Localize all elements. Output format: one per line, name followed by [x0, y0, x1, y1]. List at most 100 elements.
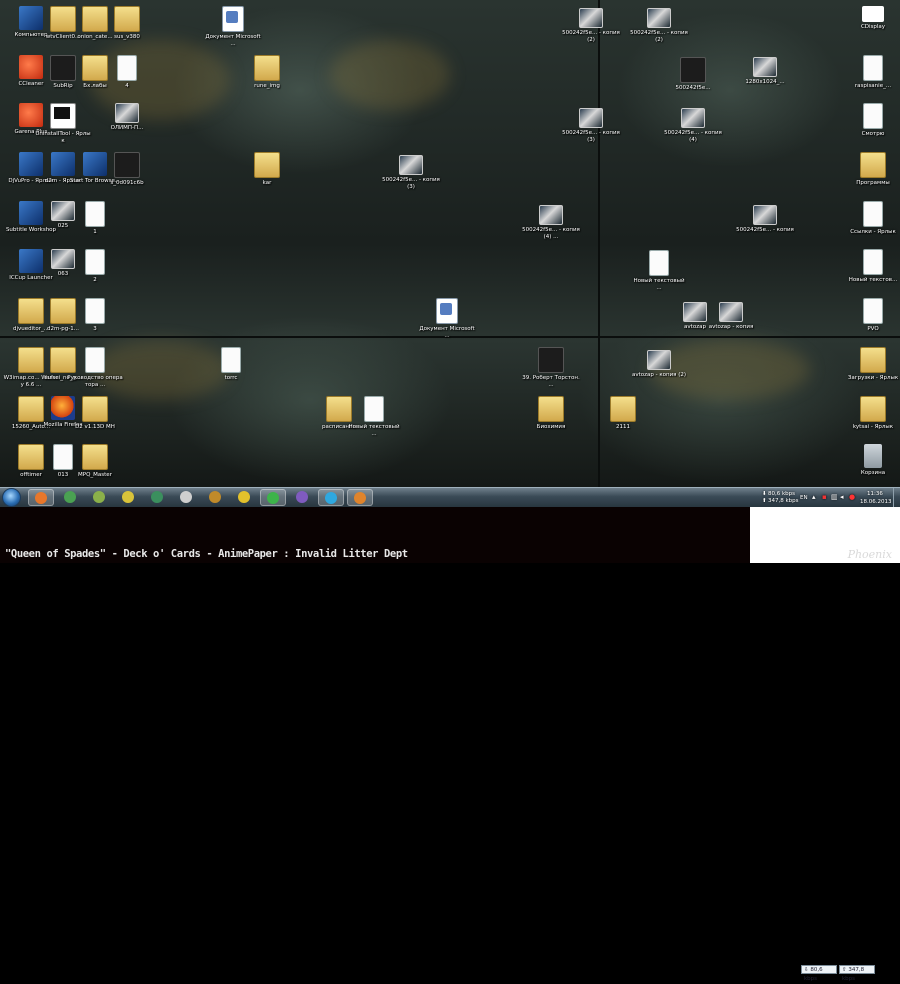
popup-down-text: 80,6 kbps: [804, 967, 823, 982]
desktop-icon-label: kytsai - Ярлык: [852, 424, 894, 430]
desktop-icon[interactable]: torrc: [202, 347, 260, 382]
desktop-icon[interactable]: D2 v1.13D MH: [66, 396, 124, 431]
tray-arrow-icon[interactable]: ▴: [812, 494, 816, 501]
desktop-icon[interactable]: kar: [238, 152, 296, 187]
desktop-icon-label: 500242f5e... - копия (4): [664, 130, 722, 143]
desktop-icon[interactable]: kytsai - Ярлык: [844, 396, 900, 431]
desktop-icon[interactable]: Новый текстов...: [844, 249, 900, 284]
desktop-icon[interactable]: 1: [66, 201, 124, 236]
desktop-icon[interactable]: 500242f5e... - копия (4): [664, 108, 722, 144]
artist-signature: Phoenix: [847, 548, 892, 561]
dark-icon: [114, 152, 140, 178]
img-icon: [753, 57, 777, 77]
firefox-taskbar-icon: [35, 492, 47, 504]
taskbar-button[interactable]: [231, 489, 257, 506]
desktop-icon[interactable]: 500242f5e... - копия: [736, 205, 794, 234]
desktop-icon[interactable]: 39. Роберт Торстон. ...: [522, 347, 580, 389]
tray-volume-icon[interactable]: ◂: [840, 494, 844, 501]
desktop-icon[interactable]: UninstallTool - Ярлык: [34, 103, 92, 145]
desktop-icon[interactable]: 1280x1024_...: [736, 57, 794, 86]
taskbar-button[interactable]: [144, 489, 170, 506]
desktop-icon-label: Смотрю: [861, 131, 885, 137]
desktop-icon[interactable]: 4: [98, 55, 156, 90]
taskbar-button[interactable]: [173, 489, 199, 506]
folder-icon: [254, 152, 280, 178]
desktop-icon[interactable]: Загрузки - Ярлык: [844, 347, 900, 382]
desktop-icon[interactable]: avtozap - копия (2): [630, 350, 688, 379]
desktop-icon[interactable]: sus_v380: [98, 6, 156, 41]
start-button[interactable]: [2, 488, 21, 507]
desktop-icon[interactable]: Смотрю: [844, 103, 900, 138]
desktop-icon[interactable]: Программы: [844, 152, 900, 187]
desktop-icon-label: ОЛИМП-П...: [110, 125, 144, 131]
taskbar-button[interactable]: [260, 489, 286, 506]
desktop-icon[interactable]: Новый текстовый ...: [345, 396, 403, 438]
desktop-icon[interactable]: 500242f5e... - копия (2): [562, 8, 620, 44]
desktop-icon-label: s_0d091c6b: [110, 180, 144, 186]
desktop-icon-label: Документ Microsoft ...: [205, 34, 261, 47]
desktop-icon[interactable]: 2111: [594, 396, 652, 431]
desktop-icon[interactable]: ОЛИМП-П...: [98, 103, 156, 132]
desktop-icon-label: 500242f5e... - копия (2): [630, 30, 688, 43]
desktop-icon-label: raspisanie_...: [854, 83, 892, 89]
desktop-icon[interactable]: avtozap - копия: [702, 302, 760, 331]
desktop[interactable]: Компьютер wtvClient0... onion_cate... sus_v…: [0, 0, 900, 487]
desktop-icon[interactable]: Документ Microsoft ...: [418, 298, 476, 340]
desktop-icon[interactable]: Новый текстовый ...: [630, 250, 688, 292]
net-popup-down: ⇩ 80,6 kbps: [801, 965, 837, 982]
desktop-icon[interactable]: Биохимия: [522, 396, 580, 431]
desktop-icon[interactable]: 500242f5e... - копия (2): [630, 8, 688, 44]
desktop-icon[interactable]: 500242f5e... - копия (3): [382, 155, 440, 191]
desktop-icon[interactable]: s_0d091c6b: [98, 152, 156, 187]
taskbar-button[interactable]: [347, 489, 373, 506]
desktop-icon-label: CDisplay: [860, 24, 886, 30]
desktop-icon[interactable]: PVO: [844, 298, 900, 333]
desktop-icon[interactable]: raspisanie_...: [844, 55, 900, 90]
desktop-icon[interactable]: Корзина: [844, 444, 900, 477]
img-icon: [579, 8, 603, 28]
language-indicator[interactable]: EN: [800, 495, 808, 501]
img-icon: [753, 205, 777, 225]
doc-icon: [863, 298, 883, 324]
desktop-icon[interactable]: CDisplay: [844, 6, 900, 31]
clock-date[interactable]: 18.06.2013: [860, 499, 892, 505]
desktop-icon[interactable]: 3: [66, 298, 124, 333]
doc-icon: [863, 201, 883, 227]
desktop-icon[interactable]: 500242f5e...: [664, 57, 722, 92]
taskbar-button[interactable]: [86, 489, 112, 506]
taskbar-button[interactable]: [57, 489, 83, 506]
doc-icon: [649, 250, 669, 276]
dark-icon: [538, 347, 564, 373]
desktop-icon[interactable]: 500242f5e... - копия (3): [562, 108, 620, 144]
warcraft-taskbar-icon: [209, 491, 221, 503]
gamer-taskbar-icon: [238, 491, 250, 503]
wallpaper-caption: "Queen of Spades" - Deck o' Cards - Anim…: [5, 548, 408, 560]
doc-icon: [85, 201, 105, 227]
show-desktop-button[interactable]: [893, 488, 900, 507]
taskbar-button[interactable]: [115, 489, 141, 506]
trash-icon: [864, 444, 882, 468]
desktop-icon[interactable]: Документ Microsoft ...: [204, 6, 262, 48]
tray-network-icon[interactable]: ▥: [831, 494, 838, 501]
taskbar-button[interactable]: [202, 489, 228, 506]
desktop-icon[interactable]: 2: [66, 249, 124, 284]
desktop-icon[interactable]: 500242f5e... - копия (4) ...: [522, 205, 580, 241]
clock-time[interactable]: 11:36: [867, 491, 883, 497]
tray-alert-icon[interactable]: ●: [849, 494, 855, 501]
doc-icon: [863, 55, 883, 81]
desktop-icon-label: Программы: [856, 180, 890, 186]
net-popup-up: ⇧ 347,8 kbps: [839, 965, 875, 982]
tray-net-up-icon: ⬆: [762, 498, 767, 504]
desktop-icon[interactable]: MPQ_Master: [66, 444, 124, 479]
word-icon: [222, 6, 244, 32]
taskbar-button[interactable]: [318, 489, 344, 506]
doc-icon: [85, 298, 105, 324]
tray-net-down: 80,6 kbps: [768, 491, 796, 497]
taskbar-button[interactable]: [289, 489, 315, 506]
taskbar-button[interactable]: [28, 489, 54, 506]
img-icon: [681, 108, 705, 128]
desktop-icon[interactable]: Ссылки - Ярлык: [844, 201, 900, 236]
desktop-icon[interactable]: rune_img: [238, 55, 296, 90]
tray-flag-icon[interactable]: ▪: [822, 494, 827, 501]
desktop-icon[interactable]: Руководство оператора ...: [66, 347, 124, 389]
